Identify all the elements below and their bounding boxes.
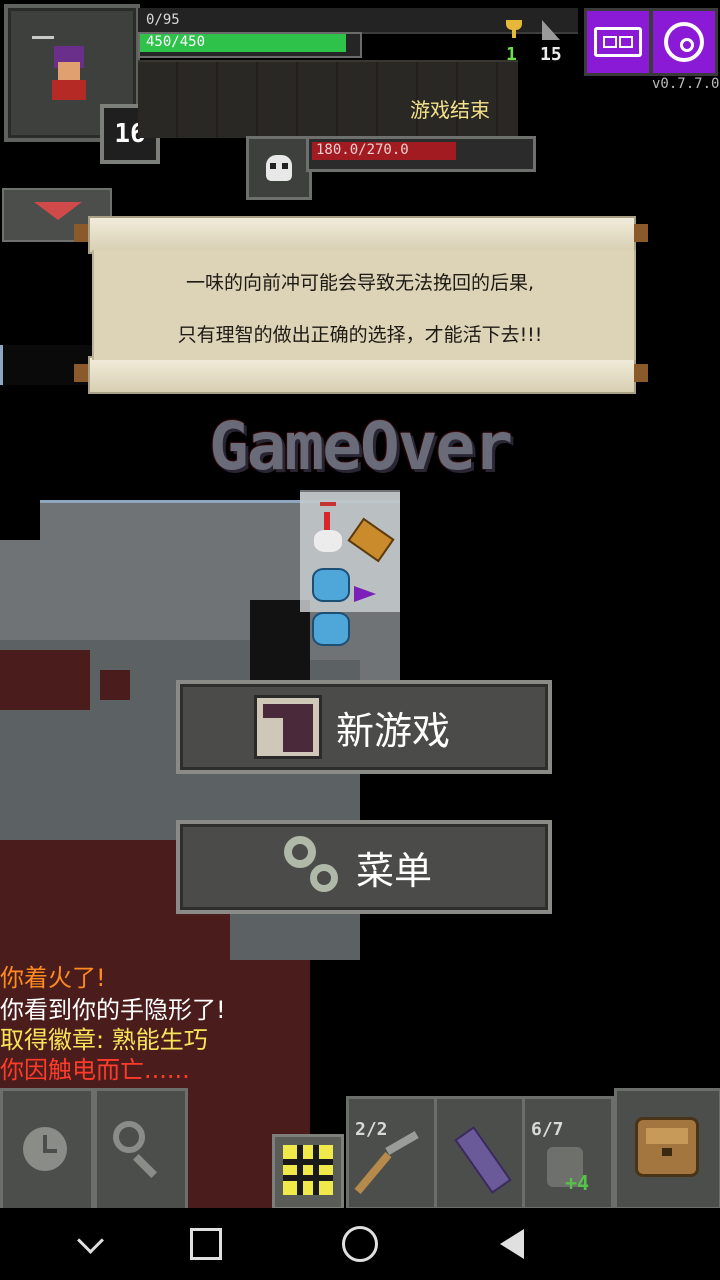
boss-portrait [246, 136, 312, 200]
menu-button[interactable]: 菜单 [176, 820, 552, 914]
wand-icon [454, 1126, 512, 1194]
backpack-icon [635, 1117, 699, 1177]
settings-button[interactable] [650, 8, 718, 76]
square-icon [190, 1228, 222, 1260]
boss-hp-text: 180.0/270.0 [316, 142, 409, 158]
settings-icon [664, 22, 704, 62]
buff-icon [32, 36, 54, 49]
scroll-bottom-roll [88, 356, 636, 394]
journal-icon [594, 27, 642, 57]
quickslot-1-count: 2/2 [355, 1119, 388, 1140]
game-status-text: 游戏结束 [410, 98, 490, 122]
grid-icon [283, 1145, 333, 1195]
version-label: v0.7.7.0 [652, 76, 720, 92]
nav-home-button[interactable] [338, 1222, 382, 1266]
potion-item-icon [312, 568, 350, 602]
flag-item-icon [354, 586, 376, 602]
search-button[interactable] [94, 1088, 188, 1212]
quickslot-2[interactable] [434, 1096, 526, 1210]
search-icon [113, 1121, 145, 1153]
gold-count: 1 [506, 44, 517, 65]
game-over-title: GameOver [209, 407, 513, 485]
wait-button[interactable] [0, 1088, 94, 1212]
nav-hide-button[interactable] [68, 1222, 112, 1266]
triangle-back-icon [500, 1229, 524, 1259]
pickaxe-icon [354, 1152, 392, 1194]
quick-toggle-button[interactable] [272, 1134, 344, 1210]
new-game-label: 新游戏 [336, 708, 451, 753]
depth-icon [542, 20, 560, 40]
gears-icon [280, 836, 342, 898]
scroll-line-2: 只有理智的做出正确的选择，才能活下去!!! [177, 324, 543, 346]
clock-icon [23, 1127, 67, 1171]
exp-text: 0/95 [146, 12, 180, 28]
log-line: 你着火了! [0, 964, 106, 992]
backpack-button[interactable] [614, 1088, 720, 1210]
depth-count: 15 [540, 44, 562, 65]
skull-icon [266, 155, 292, 181]
menu-label: 菜单 [356, 848, 433, 893]
quickslot-3-count: 6/7 [531, 1119, 564, 1140]
journal-button[interactable] [584, 8, 652, 76]
quickslot-1[interactable]: 2/2 [346, 1096, 438, 1210]
log-line: 你因触电而亡...... [0, 1056, 190, 1084]
nav-recents-button[interactable] [184, 1222, 228, 1266]
circle-icon [342, 1226, 378, 1262]
hp-text: 450/450 [146, 34, 206, 50]
nav-back-button[interactable] [490, 1222, 534, 1266]
new-game-button[interactable]: 新游戏 [176, 680, 552, 774]
hero-avatar [44, 46, 94, 106]
potion-item-icon [312, 612, 350, 646]
quickslot-3[interactable]: 6/7 +4 [522, 1096, 614, 1210]
scroll-top-roll [88, 216, 636, 254]
stairs-icon [254, 695, 322, 759]
chevron-down-icon [76, 1226, 104, 1254]
scroll-line-1: 一味的向前冲可能会导致无法挽回的后果, [185, 272, 535, 294]
quickslot-3-extra: +4 [565, 1171, 590, 1195]
gold-icon [506, 20, 522, 38]
hero-sprite [310, 502, 346, 556]
